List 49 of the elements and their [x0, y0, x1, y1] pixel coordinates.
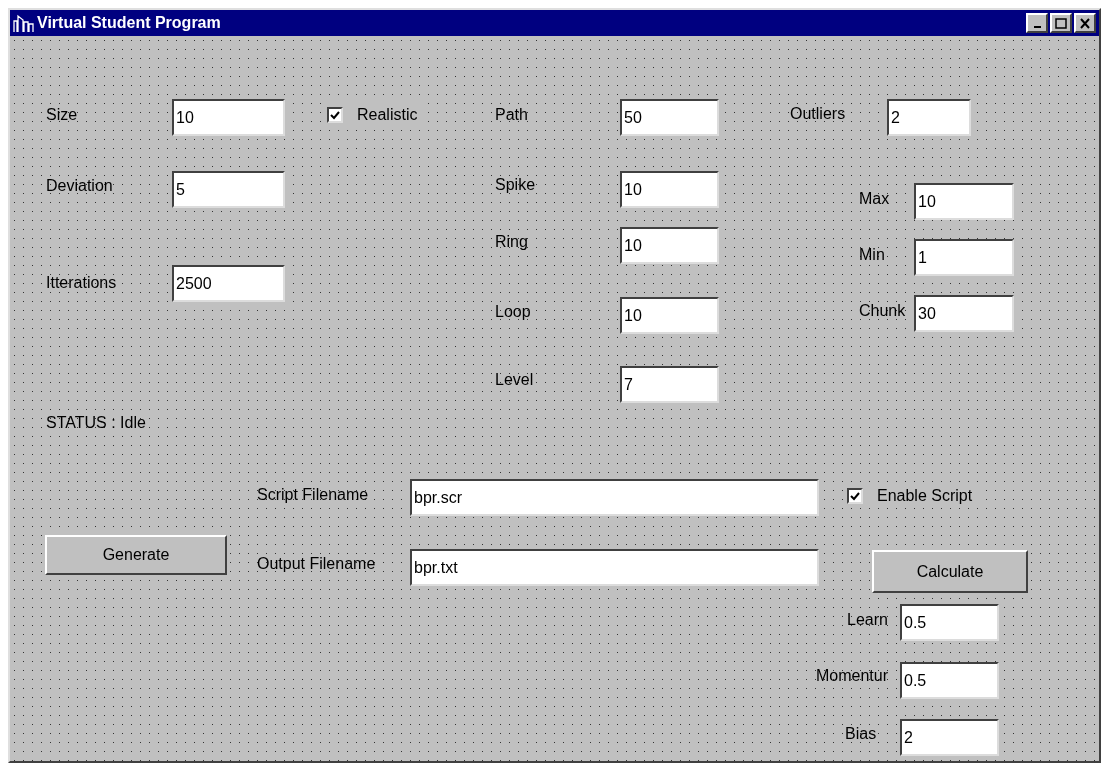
text-field[interactable]: 50	[620, 99, 719, 136]
close-button[interactable]	[1074, 13, 1096, 33]
text-field[interactable]: 30	[914, 295, 1014, 332]
check-icon	[330, 110, 340, 120]
check-icon	[850, 491, 860, 501]
window-title: Virtual Student Program	[37, 13, 221, 33]
text-field[interactable]: 10	[914, 183, 1014, 220]
text-field[interactable]: 10	[620, 227, 719, 264]
text-field[interactable]: 1	[914, 239, 1014, 276]
field-label: Chunk	[859, 301, 906, 321]
field-label: Learn	[847, 610, 888, 630]
maximize-button[interactable]	[1050, 13, 1072, 33]
text-field[interactable]: 7	[620, 366, 719, 403]
field-label: Outliers	[790, 104, 846, 124]
field-label: Deviation	[46, 176, 113, 196]
status-text: STATUS : Idle	[46, 413, 146, 433]
text-field[interactable]: bpr.scr	[410, 479, 819, 516]
minimize-button[interactable]	[1026, 13, 1048, 33]
text-field[interactable]: 2	[887, 99, 971, 136]
text-field[interactable]: 10	[620, 171, 719, 208]
text-field[interactable]: 2500	[172, 265, 285, 302]
text-field[interactable]: 0.5	[900, 604, 999, 641]
text-field[interactable]: 5	[172, 171, 285, 208]
text-field[interactable]: 10	[620, 297, 719, 334]
field-label: Min	[859, 245, 885, 265]
field-label: Itterations	[46, 273, 117, 293]
text-field[interactable]: 10	[172, 99, 285, 136]
field-label: Path	[495, 105, 528, 125]
close-icon	[1079, 17, 1091, 29]
field-label: Output Filename	[257, 554, 376, 574]
maximize-icon	[1055, 17, 1067, 29]
field-label: Script Filename	[257, 485, 369, 505]
text-field[interactable]: bpr.txt	[410, 549, 819, 586]
building-icon	[13, 13, 35, 33]
checkbox-box[interactable]	[847, 488, 863, 504]
field-label: Loop	[495, 302, 531, 322]
field-label: Size	[46, 105, 78, 125]
push-button[interactable]: Calculate	[872, 550, 1028, 593]
field-label: Level	[495, 370, 534, 390]
push-button[interactable]: Generate	[45, 535, 227, 575]
text-field[interactable]: 0.5	[900, 662, 999, 699]
field-label: Momentur	[816, 666, 889, 686]
field-label: Ring	[495, 232, 528, 252]
text-field[interactable]: 2	[900, 719, 999, 756]
field-label: Bias	[845, 724, 877, 744]
field-label: Spike	[495, 175, 536, 195]
minimize-icon	[1033, 26, 1041, 28]
field-label: Max	[859, 189, 890, 209]
checkbox-box[interactable]	[327, 107, 343, 123]
